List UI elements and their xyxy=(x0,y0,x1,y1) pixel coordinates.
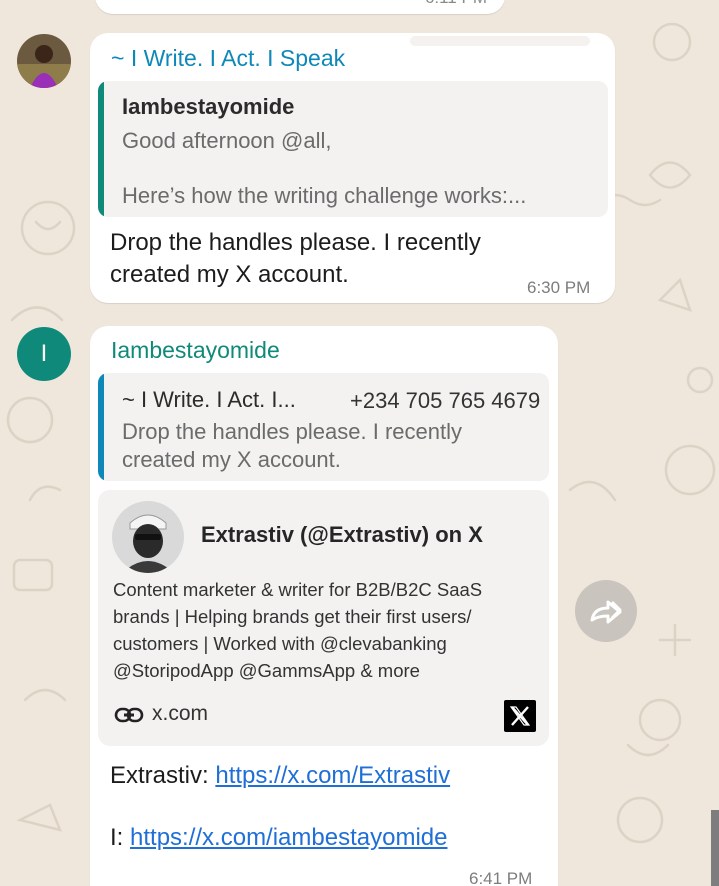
link-label: I: xyxy=(110,824,124,851)
preview-domain: x.com xyxy=(152,702,209,725)
message-text-line1: Drop the handles please. I recently xyxy=(110,229,481,256)
preview-desc-line3: customers | Worked with @clevabanking xyxy=(113,633,447,654)
quoted-author: ~ I Write. I Act. I... xyxy=(122,387,296,412)
message-time: 6:11 PM xyxy=(425,0,487,8)
message-time: 6:30 PM xyxy=(527,278,591,297)
quoted-text-line2: created my X account. xyxy=(122,447,341,472)
profile-photo xyxy=(112,501,184,573)
forward-icon xyxy=(590,600,622,624)
link-line-2: I: https://x.com/iambestayomide xyxy=(110,822,447,853)
redacted-phone xyxy=(410,36,590,46)
preview-desc-line4: @StoripodApp @GammsApp & more xyxy=(113,660,420,681)
previous-message-bubble[interactable]: 6:11 PM xyxy=(95,0,505,14)
quote-bar xyxy=(98,373,104,481)
quote-bar xyxy=(98,81,104,217)
message-time: 6:41 PM xyxy=(469,869,533,886)
message-text-line2: created my X account. xyxy=(110,261,349,288)
forward-button[interactable] xyxy=(575,580,637,642)
avatar-photo xyxy=(17,34,71,88)
sender-name[interactable]: ~ I Write. I Act. I Speak xyxy=(111,45,345,72)
sender-avatar[interactable] xyxy=(17,34,71,88)
chat-background: 6:11 PM ~ I Write. I Act. I Speak Iambes… xyxy=(0,0,719,886)
profile-link[interactable]: https://x.com/Extrastiv xyxy=(215,762,450,789)
sender-avatar-initial[interactable]: I xyxy=(17,327,71,381)
preview-desc-line2: brands | Helping brands get their first … xyxy=(113,606,472,627)
quoted-text-line2: Here’s how the writing challenge works:.… xyxy=(122,183,527,208)
quoted-author: Iambestayomide xyxy=(122,94,295,119)
link-line-1: Extrastiv: https://x.com/Extrastiv xyxy=(110,760,450,791)
x-logo-icon xyxy=(504,700,536,732)
profile-link[interactable]: https://x.com/iambestayomide xyxy=(130,824,447,851)
scrollbar-thumb[interactable] xyxy=(711,810,719,886)
quoted-phone: +234 705 765 4679 xyxy=(350,388,541,413)
quoted-text-line1: Drop the handles please. I recently xyxy=(122,419,462,444)
preview-profile-image xyxy=(112,501,184,573)
link-preview-card[interactable]: Extrastiv (@Extrastiv) on X Content mark… xyxy=(98,490,549,746)
preview-title: Extrastiv (@Extrastiv) on X xyxy=(201,522,483,547)
link-label: Extrastiv: xyxy=(110,762,209,789)
quoted-message[interactable]: Iambestayomide Good afternoon @all, Here… xyxy=(98,81,608,217)
quoted-text-line1: Good afternoon @all, xyxy=(122,128,332,153)
link-icon xyxy=(114,707,144,723)
sender-name[interactable]: Iambestayomide xyxy=(111,337,280,364)
preview-description: Content marketer & writer for B2B/B2C Sa… xyxy=(113,576,533,684)
preview-desc-line1: Content marketer & writer for B2B/B2C Sa… xyxy=(113,579,483,600)
quoted-message[interactable]: ~ I Write. I Act. I... +234 705 765 4679… xyxy=(98,373,549,481)
